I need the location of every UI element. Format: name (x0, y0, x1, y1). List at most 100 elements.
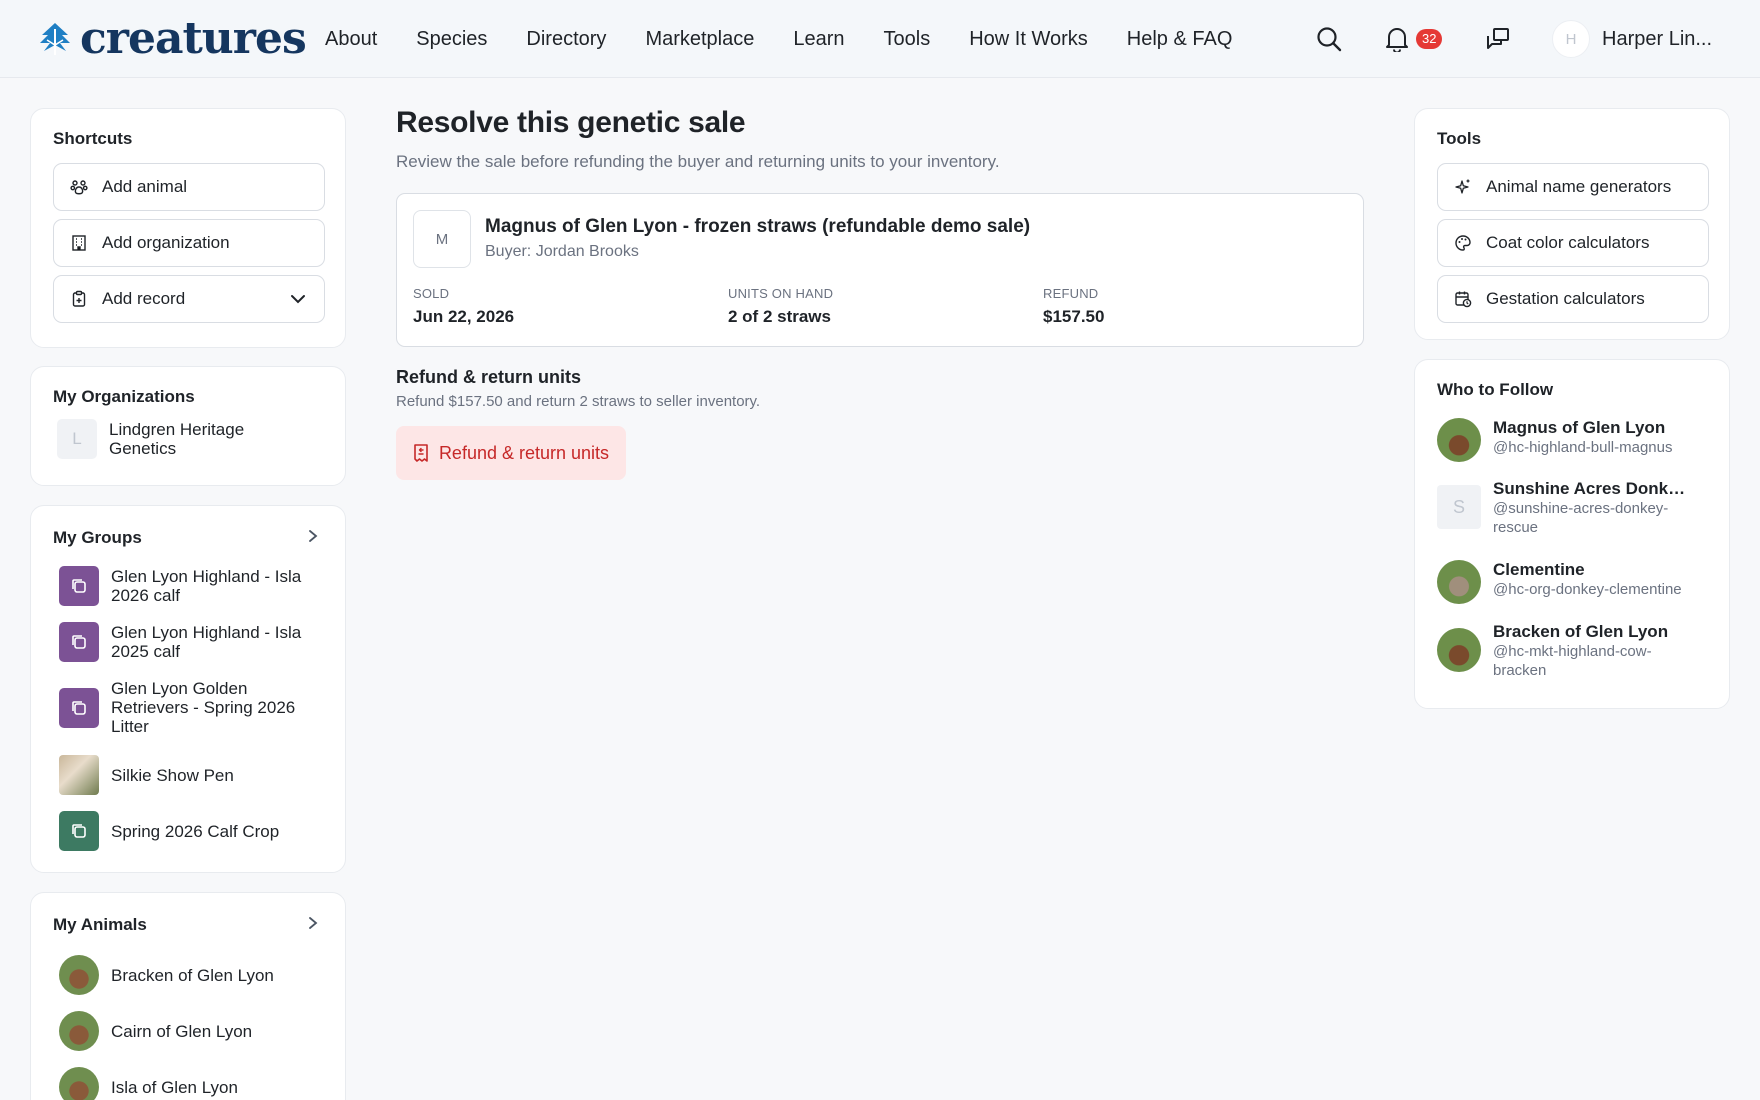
shortcuts-title: Shortcuts (53, 129, 133, 148)
stat-label: UNITS ON HAND (728, 286, 834, 301)
my-groups-card: My Groups Glen Lyon Highland - Isla 2026… (30, 505, 346, 873)
group-item[interactable]: Spring 2026 Calf Crop (59, 811, 279, 851)
animal-photo (59, 1011, 99, 1051)
user-name: Harper Lin... (1602, 27, 1713, 50)
group-label: Glen Lyon Golden Retrievers - Spring 202… (111, 679, 296, 736)
notifications-button[interactable] (1382, 24, 1412, 54)
group-item[interactable]: Glen Lyon Golden Retrievers - Spring 202… (59, 679, 311, 736)
copy-icon (59, 622, 99, 662)
palette-icon (1454, 234, 1472, 252)
animal-photo (59, 1067, 99, 1100)
tool-label: Coat color calculators (1486, 233, 1650, 252)
group-item[interactable]: Glen Lyon Highland - Isla 2025 calf (59, 622, 311, 662)
tool-label: Animal name generators (1486, 177, 1672, 196)
animal-item[interactable]: Bracken of Glen Lyon (59, 955, 274, 995)
sale-buyer: Buyer: Jordan Brooks (485, 243, 639, 260)
follow-item[interactable]: S Sunshine Acres Donkey ... @sunshine-ac… (1437, 479, 1693, 537)
organizations-title: My Organizations (53, 387, 195, 406)
gestation-calculators-button[interactable]: Gestation calculators (1437, 275, 1709, 323)
animal-item[interactable]: Isla of Glen Lyon (59, 1067, 238, 1100)
sale-avatar: M (413, 210, 471, 268)
refund-section-description: Refund $157.50 and return 2 straws to se… (396, 393, 761, 410)
follow-item[interactable]: Magnus of Glen Lyon @hc-highland-bull-ma… (1437, 418, 1693, 462)
group-photo (59, 755, 99, 795)
follow-item[interactable]: Bracken of Glen Lyon @hc-mkt-highland-co… (1437, 622, 1693, 680)
search-button[interactable] (1314, 24, 1344, 54)
group-item[interactable]: Silkie Show Pen (59, 755, 234, 795)
tree-logo-icon (40, 23, 70, 55)
animal-item[interactable]: Cairn of Glen Lyon (59, 1011, 252, 1051)
animal-name-generators-button[interactable]: Animal name generators (1437, 163, 1709, 211)
stat-value: 2 of 2 straws (728, 307, 831, 326)
follow-name: Clementine (1493, 560, 1585, 579)
sale-summary-card: M Magnus of Glen Lyon - frozen straws (r… (396, 193, 1364, 347)
follow-title: Who to Follow (1437, 380, 1554, 399)
messages-button[interactable] (1483, 24, 1513, 54)
animal-name: Bracken of Glen Lyon (111, 965, 274, 985)
chat-bubbles-icon (1487, 28, 1509, 49)
tools-title: Tools (1437, 129, 1482, 148)
refund-return-button[interactable]: Refund & return units (396, 426, 626, 480)
stat-value: Jun 22, 2026 (413, 307, 515, 326)
organization-avatar: L (57, 419, 97, 459)
organization-item[interactable]: L Lindgren Heritage Genetics (57, 419, 279, 459)
follow-handle: @hc-highland-bull-magnus (1493, 439, 1673, 456)
receipt-refund-icon (414, 444, 428, 462)
refund-return-button-label: Refund & return units (438, 442, 610, 463)
stat-units-on-hand: UNITS ON HAND 2 of 2 straws (728, 286, 833, 327)
sale-title: Magnus of Glen Lyon - frozen straws (ref… (485, 216, 1031, 237)
follow-avatar (1437, 560, 1481, 604)
nav-help-faq[interactable]: Help & FAQ (1127, 28, 1233, 51)
add-record-dropdown[interactable]: Add record (53, 275, 325, 323)
building-icon (70, 234, 88, 252)
stat-label: REFUND (1043, 286, 1099, 301)
group-label: Silkie Show Pen (111, 765, 234, 785)
nav-directory[interactable]: Directory (526, 28, 606, 51)
chevron-right-icon[interactable] (307, 530, 319, 542)
add-animal-label: Add animal (102, 177, 188, 196)
nav-about[interactable]: About (325, 28, 377, 51)
stat-label: SOLD (413, 286, 450, 301)
main-nav: About Species Directory Marketplace Lear… (325, 0, 1271, 78)
add-organization-button[interactable]: Add organization (53, 219, 325, 267)
chevron-right-icon[interactable] (307, 917, 319, 929)
brand-logo[interactable]: creatures (38, 13, 307, 64)
copy-icon (59, 687, 99, 728)
notification-count-badge: 32 (1416, 29, 1443, 49)
follow-item[interactable]: Clementine @hc-org-donkey-clementine (1437, 560, 1693, 604)
calendar-clock-icon (1454, 290, 1472, 308)
follow-name: Magnus of Glen Lyon (1493, 418, 1666, 437)
stat-refund: REFUND $157.50 (1043, 286, 1104, 327)
group-item[interactable]: Glen Lyon Highland - Isla 2026 calf (59, 566, 311, 606)
page-title: Resolve this genetic sale (396, 106, 746, 139)
group-label: Glen Lyon Highland - Isla 2025 calf (111, 623, 302, 661)
animal-name: Isla of Glen Lyon (111, 1077, 238, 1097)
nav-learn[interactable]: Learn (793, 28, 844, 51)
follow-handle: @sunshine-acres-donkey-rescue (1493, 500, 1669, 536)
animal-photo (59, 955, 99, 995)
coat-color-calculators-button[interactable]: Coat color calculators (1437, 219, 1709, 267)
nav-how-it-works[interactable]: How It Works (969, 28, 1088, 51)
add-animal-button[interactable]: Add animal (53, 163, 325, 211)
add-organization-label: Add organization (102, 233, 230, 252)
my-organizations-card: My Organizations L Lindgren Heritage Gen… (30, 366, 346, 486)
clipboard-icon (70, 290, 88, 308)
groups-title: My Groups (53, 528, 142, 547)
copy-icon (59, 566, 99, 606)
user-menu[interactable]: H Harper Lin... (1552, 19, 1712, 59)
group-label: Spring 2026 Calf Crop (111, 821, 280, 841)
my-animals-card: My Animals Bracken of Glen Lyon Cairn of… (30, 892, 346, 1100)
follow-name: Sunshine Acres Donkey ... (1493, 479, 1693, 498)
paw-icon (70, 178, 88, 196)
follow-avatar: S (1437, 485, 1481, 529)
follow-handle: @hc-mkt-highland-cow-bracken (1493, 643, 1652, 679)
add-record-label: Add record (102, 289, 186, 308)
brand-name: creatures (80, 13, 307, 64)
follow-name: Bracken of Glen Lyon (1493, 622, 1669, 641)
nav-species[interactable]: Species (416, 28, 487, 51)
nav-tools[interactable]: Tools (884, 28, 931, 51)
nav-marketplace[interactable]: Marketplace (645, 28, 754, 51)
bell-icon (1386, 28, 1408, 52)
organization-name: Lindgren Heritage Genetics (109, 420, 245, 458)
follow-handle: @hc-org-donkey-clementine (1493, 581, 1682, 598)
